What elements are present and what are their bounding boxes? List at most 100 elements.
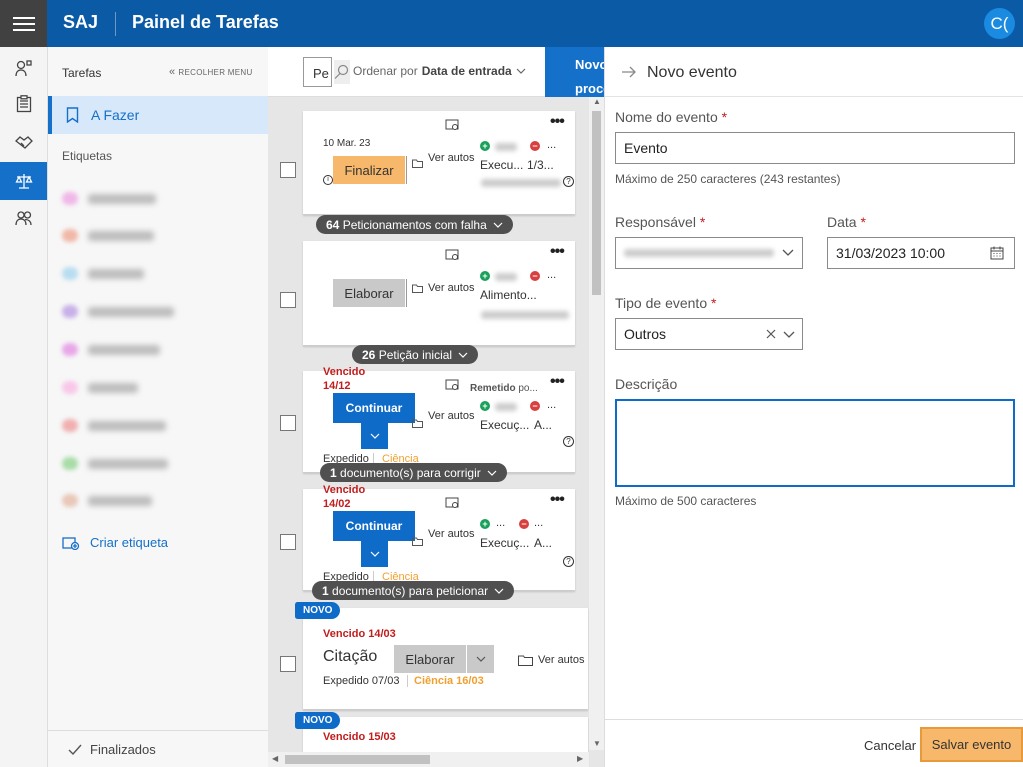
header-divider	[115, 12, 116, 36]
add-folder-icon	[445, 497, 459, 508]
draft-menu-button[interactable]	[467, 645, 494, 673]
finished-tasks-link[interactable]: Finalizados	[48, 730, 268, 767]
rail-group-button[interactable]	[0, 199, 47, 237]
case-progress: A...	[534, 536, 553, 550]
event-type-label: Tipo de evento *	[615, 295, 716, 311]
event-type-select[interactable]: Outros	[615, 318, 803, 350]
scrollbar-thumb[interactable]	[592, 111, 601, 295]
task-checkbox[interactable]	[280, 534, 296, 550]
tag-color-dot	[62, 192, 78, 205]
button-divider	[406, 156, 407, 184]
user-avatar[interactable]: C(	[984, 8, 1015, 39]
chevron-down-icon	[783, 331, 795, 338]
redacted-text	[495, 273, 517, 281]
description-label: Descrição	[615, 376, 678, 392]
scroll-up-arrow[interactable]: ▲	[593, 97, 601, 106]
save-event-button[interactable]: Salvar evento	[920, 727, 1023, 762]
sidebar-title: Tarefas	[62, 66, 102, 80]
task-card[interactable]: Vencido 14/12 Remetido po... ••• Continu…	[303, 366, 575, 473]
sidebar-item-todo[interactable]: A Fazer	[48, 96, 268, 134]
vertical-scrollbar[interactable]: ▲ ▼	[589, 97, 604, 750]
more-options-icon[interactable]: •••	[550, 113, 565, 131]
scroll-right-arrow[interactable]: ▶	[577, 754, 583, 763]
group-label: documento(s) para corrigir	[340, 465, 481, 480]
due-date: Vencido 14/02	[323, 484, 366, 510]
task-card[interactable]: ••• 10 Mar. 23 Finalizar Ver autos i + −…	[303, 111, 575, 215]
tag-item[interactable]	[62, 305, 174, 318]
task-checkbox[interactable]	[280, 292, 296, 308]
view-records-link[interactable]: Ver autos	[428, 409, 474, 424]
help-icon[interactable]: ?	[563, 176, 574, 187]
finished-label: Finalizados	[90, 741, 156, 757]
sort-dropdown[interactable]: Ordenar por Data de entrada	[353, 64, 526, 78]
task-checkbox[interactable]	[280, 656, 296, 672]
help-icon[interactable]: ?	[563, 556, 574, 567]
minus-icon: −	[530, 401, 540, 411]
create-tag-link[interactable]: Criar etiqueta	[62, 535, 168, 550]
chevron-down-icon	[487, 470, 497, 476]
tag-item[interactable]	[62, 381, 138, 394]
task-card[interactable]: ••• Elaborar Ver autos + − ... Alimento.…	[303, 241, 575, 346]
view-records-link[interactable]: Ver autos	[428, 151, 474, 166]
person-search-icon	[14, 60, 32, 77]
hamburger-menu-button[interactable]	[0, 0, 47, 47]
continue-button[interactable]: Continuar	[333, 511, 415, 541]
collapse-menu-label: RECOLHER MENU	[178, 67, 253, 77]
description-textarea[interactable]	[615, 399, 1015, 487]
more-options-icon[interactable]: •••	[550, 491, 565, 509]
help-icon[interactable]: ?	[563, 436, 574, 447]
continue-menu-button[interactable]	[361, 423, 388, 449]
group-expander[interactable]: 1 documento(s) para peticionar	[312, 581, 515, 600]
task-checkbox[interactable]	[280, 415, 296, 431]
responsible-select[interactable]	[615, 237, 803, 269]
group-expander[interactable]: 1 documento(s) para corrigir	[320, 463, 507, 482]
event-name-field[interactable]: Evento	[615, 132, 1015, 164]
redacted-text	[495, 403, 517, 411]
tag-item[interactable]	[62, 343, 160, 356]
rail-clipboard-button[interactable]	[0, 85, 47, 123]
group-expander[interactable]: 64 Peticionamentos com falha	[316, 215, 513, 234]
create-tag-label: Criar etiqueta	[90, 535, 169, 550]
continue-menu-button[interactable]	[361, 541, 388, 567]
info-icon[interactable]: i	[323, 175, 333, 185]
rail-handshake-button[interactable]	[0, 123, 47, 161]
calendar-icon[interactable]	[990, 246, 1004, 260]
case-type: Execu...	[480, 158, 524, 172]
continue-button[interactable]: Continuar	[333, 393, 415, 423]
task-checkbox[interactable]	[280, 162, 296, 178]
group-expander[interactable]: 26 Petição inicial	[352, 345, 479, 364]
more-options-icon[interactable]: •••	[550, 243, 565, 261]
new-process-button[interactable]: Novo processo	[545, 47, 604, 97]
clear-icon[interactable]	[766, 329, 776, 339]
date-value: 31/03/2023 10:00	[836, 245, 945, 261]
finalize-button[interactable]: Finalizar	[333, 156, 405, 184]
draft-button[interactable]: Elaborar	[333, 279, 405, 307]
task-card[interactable]: Vencido 14/02 ••• Continuar Ver autos + …	[303, 484, 575, 591]
tag-item[interactable]	[62, 229, 154, 242]
scroll-left-arrow[interactable]: ◀	[272, 754, 278, 763]
minus-icon: −	[530, 271, 540, 281]
chevron-down-icon	[782, 249, 794, 256]
tag-item[interactable]	[62, 419, 166, 432]
scrollbar-thumb[interactable]	[285, 755, 430, 764]
rail-person-search-button[interactable]	[0, 49, 47, 87]
tag-item[interactable]	[62, 267, 144, 280]
view-records-link[interactable]: Ver autos	[428, 527, 474, 542]
more-options-icon[interactable]: •••	[550, 373, 565, 391]
arrow-right-icon[interactable]	[621, 66, 636, 78]
draft-button[interactable]: Elaborar	[394, 645, 466, 673]
tag-item[interactable]	[62, 457, 168, 470]
search-input[interactable]: Pe	[303, 57, 332, 87]
tag-item[interactable]	[62, 494, 152, 507]
scroll-down-arrow[interactable]: ▼	[593, 739, 601, 748]
rail-balance-button[interactable]	[0, 162, 47, 200]
date-field[interactable]: 31/03/2023 10:00	[827, 237, 1015, 269]
tag-item[interactable]	[62, 192, 156, 205]
search-icon-area[interactable]	[334, 60, 350, 84]
cancel-button[interactable]: Cancelar	[864, 738, 916, 753]
horizontal-scrollbar[interactable]: ◀ ▶	[268, 752, 589, 767]
view-records-link[interactable]: Ver autos	[428, 281, 474, 296]
task-card[interactable]: Vencido 14/03 Citação Elaborar Ver autos…	[303, 608, 588, 710]
collapse-menu-button[interactable]: « RECOLHER MENU	[169, 66, 253, 78]
view-records-link[interactable]: Ver autos	[538, 654, 584, 666]
